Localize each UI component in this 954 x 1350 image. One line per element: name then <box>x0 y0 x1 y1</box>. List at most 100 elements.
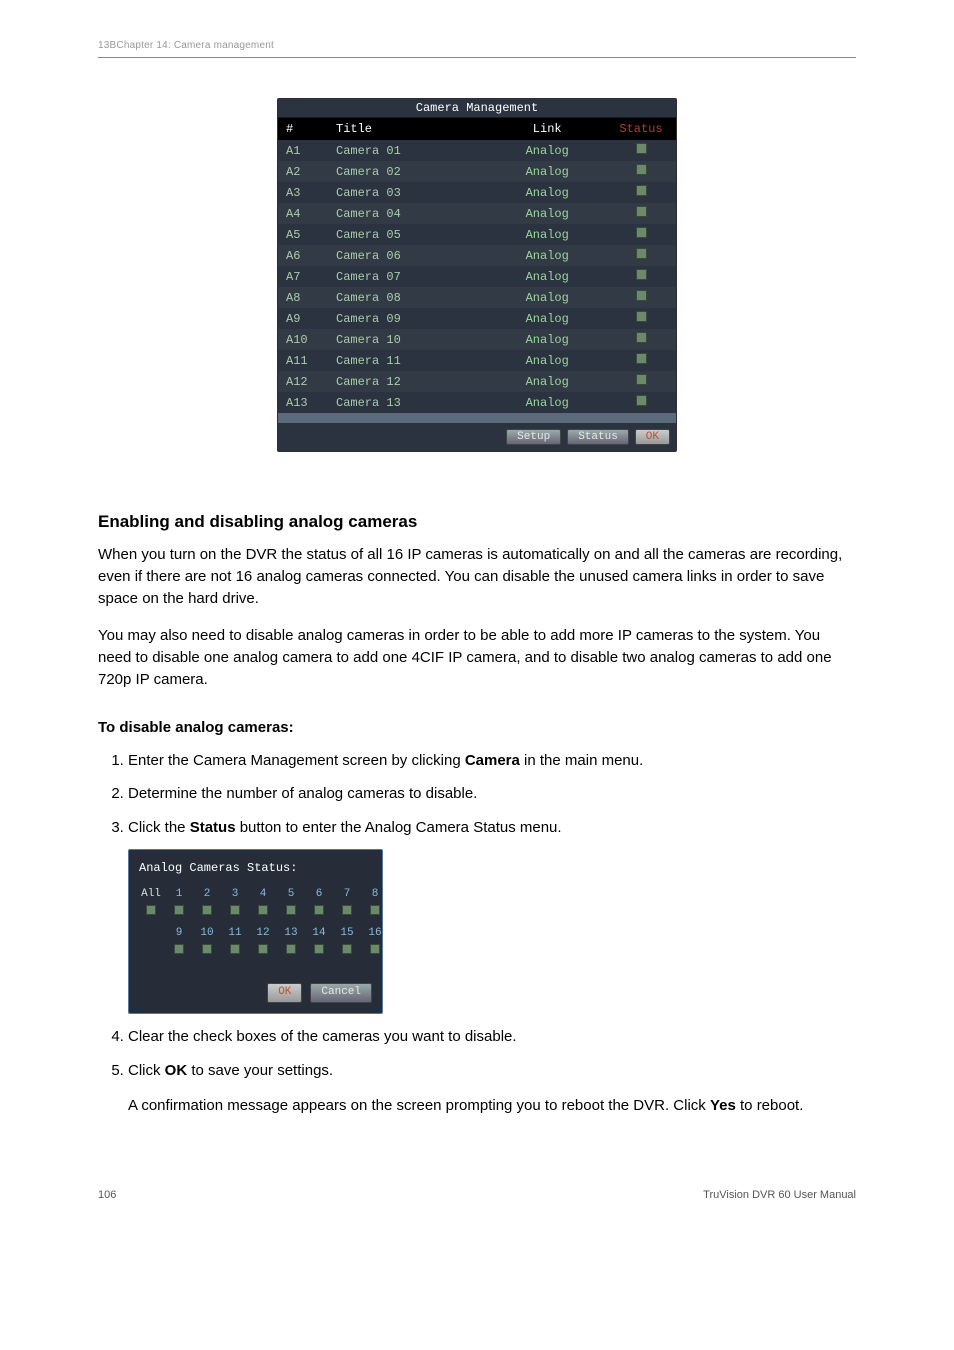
cell-link: Analog <box>488 161 606 182</box>
status-grid-cell[interactable]: 7 <box>335 887 359 922</box>
status-grid-cell[interactable]: 15 <box>335 926 359 961</box>
status-grid-cell[interactable]: 16 <box>363 926 387 961</box>
table-row[interactable]: A4 Camera 04 Analog <box>278 203 676 224</box>
table-row[interactable]: A9 Camera 09 Analog <box>278 308 676 329</box>
status-grid-cell[interactable] <box>139 926 163 961</box>
checkbox-icon[interactable] <box>286 905 296 915</box>
grid-label: 5 <box>279 887 303 903</box>
status-ok-button[interactable]: OK <box>267 983 302 1003</box>
grid-label: 14 <box>307 926 331 942</box>
table-row[interactable]: A13 Camera 13 Analog <box>278 392 676 413</box>
cell-status <box>606 182 676 203</box>
status-grid-cell[interactable]: 3 <box>223 887 247 922</box>
cell-link: Analog <box>488 245 606 266</box>
step3-text-b: button to enter the Analog Camera Status… <box>236 819 562 836</box>
checkbox-icon[interactable] <box>230 944 240 954</box>
cell-title: Camera 05 <box>328 224 488 245</box>
checkbox-icon[interactable] <box>286 944 296 954</box>
cell-title: Camera 09 <box>328 308 488 329</box>
status-grid-cell[interactable]: 12 <box>251 926 275 961</box>
cell-link: Analog <box>488 140 606 161</box>
col-num: # <box>278 118 328 140</box>
checkbox-icon[interactable] <box>258 905 268 915</box>
status-check-icon <box>636 227 647 238</box>
checkbox-icon[interactable] <box>174 905 184 915</box>
table-row[interactable]: A7 Camera 07 Analog <box>278 266 676 287</box>
cell-num: A3 <box>278 182 328 203</box>
status-grid-cell[interactable]: 11 <box>223 926 247 961</box>
status-grid-cell[interactable]: 6 <box>307 887 331 922</box>
status-grid-cell[interactable]: 8 <box>363 887 387 922</box>
cell-status <box>606 350 676 371</box>
table-row[interactable]: A2 Camera 02 Analog <box>278 161 676 182</box>
cell-num: A11 <box>278 350 328 371</box>
checkbox-icon[interactable] <box>342 905 352 915</box>
checkbox-icon[interactable] <box>202 905 212 915</box>
step-2: Determine the number of analog cameras t… <box>128 783 856 805</box>
cell-link: Analog <box>488 308 606 329</box>
checkbox-icon[interactable] <box>370 905 380 915</box>
checkbox-icon[interactable] <box>314 944 324 954</box>
checkbox-icon[interactable] <box>202 944 212 954</box>
table-row[interactable]: A11 Camera 11 Analog <box>278 350 676 371</box>
status-check-icon <box>636 143 647 154</box>
cell-status <box>606 287 676 308</box>
table-row[interactable]: A12 Camera 12 Analog <box>278 371 676 392</box>
checkbox-icon[interactable] <box>342 944 352 954</box>
cell-status <box>606 371 676 392</box>
cell-num: A8 <box>278 287 328 308</box>
table-row[interactable]: A10 Camera 10 Analog <box>278 329 676 350</box>
status-grid-cell[interactable]: 13 <box>279 926 303 961</box>
ok-button[interactable]: OK <box>635 429 670 445</box>
status-grid-cell[interactable]: 10 <box>195 926 219 961</box>
table-row[interactable]: A3 Camera 03 Analog <box>278 182 676 203</box>
checkbox-icon[interactable] <box>314 905 324 915</box>
step5-text-a: Click <box>128 1062 165 1079</box>
status-check-icon <box>636 164 647 175</box>
cell-title: Camera 08 <box>328 287 488 308</box>
cell-title: Camera 12 <box>328 371 488 392</box>
cell-num: A7 <box>278 266 328 287</box>
table-row[interactable]: A6 Camera 06 Analog <box>278 245 676 266</box>
status-grid-cell[interactable]: All <box>139 887 163 922</box>
step1-text-b: in the main menu. <box>520 752 643 769</box>
status-grid-cell[interactable]: 1 <box>167 887 191 922</box>
status-grid-cell[interactable]: 4 <box>251 887 275 922</box>
grid-label: 16 <box>363 926 387 942</box>
grid-label: 11 <box>223 926 247 942</box>
cell-link: Analog <box>488 224 606 245</box>
status-grid-cell[interactable]: 14 <box>307 926 331 961</box>
checkbox-icon[interactable] <box>370 944 380 954</box>
cell-num: A6 <box>278 245 328 266</box>
cm-scrollbar[interactable] <box>278 413 676 423</box>
page-number: 106 <box>98 1189 116 1201</box>
grid-label: All <box>139 887 163 903</box>
cell-status <box>606 224 676 245</box>
status-grid-cell[interactable]: 9 <box>167 926 191 961</box>
cell-num: A9 <box>278 308 328 329</box>
grid-label: 9 <box>167 926 191 942</box>
setup-button[interactable]: Setup <box>506 429 561 445</box>
checkbox-icon[interactable] <box>174 944 184 954</box>
status-grid-cell[interactable]: 5 <box>279 887 303 922</box>
cell-title: Camera 01 <box>328 140 488 161</box>
status-grid-cell[interactable]: 2 <box>195 887 219 922</box>
manual-name: TruVision DVR 60 User Manual <box>703 1189 856 1201</box>
status-cancel-button[interactable]: Cancel <box>310 983 372 1003</box>
cell-num: A10 <box>278 329 328 350</box>
cell-num: A13 <box>278 392 328 413</box>
table-row[interactable]: A8 Camera 08 Analog <box>278 287 676 308</box>
chapter-header: 13BChapter 14: Camera management <box>0 0 954 57</box>
status-check-icon <box>636 206 647 217</box>
step3-text-a: Click the <box>128 819 190 836</box>
cell-title: Camera 07 <box>328 266 488 287</box>
checkbox-icon[interactable] <box>146 905 156 915</box>
checkbox-icon[interactable] <box>258 944 268 954</box>
table-row[interactable]: A1 Camera 01 Analog <box>278 140 676 161</box>
checkbox-icon[interactable] <box>230 905 240 915</box>
col-link: Link <box>488 118 606 140</box>
table-row[interactable]: A5 Camera 05 Analog <box>278 224 676 245</box>
cell-num: A5 <box>278 224 328 245</box>
step5-bold: OK <box>165 1062 188 1079</box>
status-button[interactable]: Status <box>567 429 629 445</box>
